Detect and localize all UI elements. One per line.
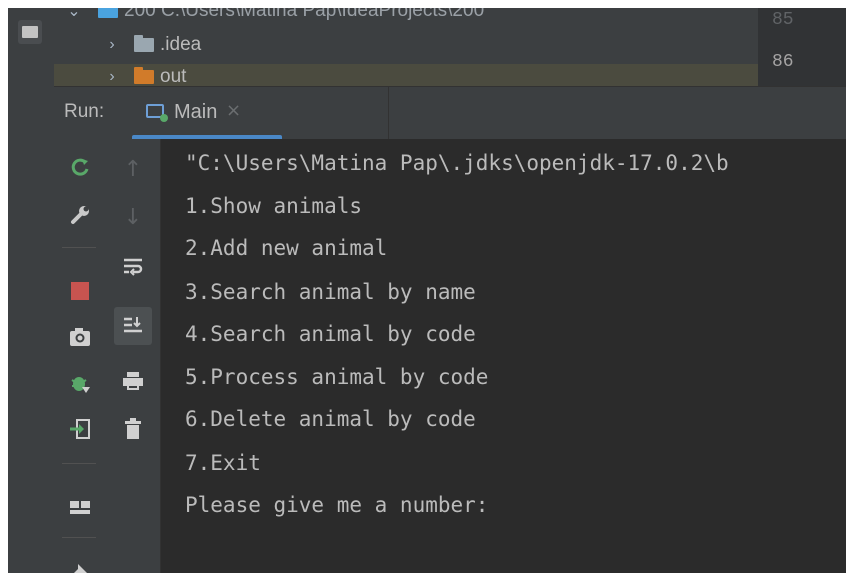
console-line: 7.Exit [185,451,261,475]
project-tree: ⌄ 200 C:\Users\Matina Pap\IdeaProjects\2… [54,8,800,90]
toolbar-separator [62,537,96,538]
toolbar-separator [62,463,96,464]
console-line: 1.Show animals [185,194,363,218]
rerun-icon[interactable] [54,147,106,187]
tree-item-label: out [160,66,187,87]
ide-window: ⌄ 200 C:\Users\Matina Pap\IdeaProjects\2… [8,8,846,573]
stop-icon[interactable] [54,271,106,311]
folder-icon [22,26,38,38]
bug-icon[interactable] [54,363,106,403]
folder-icon [134,35,154,52]
run-config-icon [146,104,168,122]
folder-icon [134,67,154,84]
tab-main-label: Main [174,101,218,123]
down-arrow-icon[interactable]: ↓ [106,197,160,237]
run-label: Run: [64,101,105,122]
console-line: 2.Add new animal [185,236,388,260]
console-line: Please give me a number: [185,493,489,517]
line-number: 85 [772,10,794,30]
trash-icon[interactable] [106,409,160,449]
editor-gutter: 85 86 [758,8,846,86]
tab-main[interactable]: Main × [120,87,290,139]
pin-icon[interactable] [54,553,106,573]
print-icon[interactable] [106,361,160,401]
module-folder-icon [98,8,118,18]
run-toolbar-secondary: ↑ ↓ [106,139,161,573]
console-output[interactable]: "C:\Users\Matina Pap\.jdks\openjdk-17.0.… [161,139,846,573]
project-tool-button[interactable] [18,20,42,44]
chevron-right-icon[interactable]: › [102,68,122,86]
layout-icon[interactable] [54,489,106,529]
console-line: 4.Search animal by code [185,322,476,346]
tree-row-idea[interactable]: › .idea [54,32,758,58]
console-line: 3.Search animal by name [185,280,476,304]
camera-icon[interactable] [54,317,106,357]
scroll-to-end-icon[interactable] [114,307,152,345]
tree-item-label: .idea [160,34,202,55]
tree-root-label: 200 C:\Users\Matina Pap\IdeaProjects\200 [124,8,485,21]
soft-wrap-icon[interactable] [106,247,160,287]
left-tool-strip [8,8,55,573]
header-divider [388,87,389,139]
line-number: 86 [772,52,794,72]
up-arrow-icon[interactable]: ↑ [106,149,160,189]
login-icon[interactable] [54,409,106,449]
run-toolbar-primary [54,139,107,573]
toolbar-separator [62,247,96,248]
tree-row-root[interactable]: ⌄ 200 C:\Users\Matina Pap\IdeaProjects\2… [54,8,758,24]
chevron-right-icon[interactable]: › [102,36,122,54]
close-icon[interactable]: × [226,100,241,121]
run-panel-header: Run: Main × [54,86,846,140]
console-line: 6.Delete animal by code [185,407,476,431]
wrench-icon[interactable] [54,195,106,235]
console-line: "C:\Users\Matina Pap\.jdks\openjdk-17.0.… [185,151,729,175]
console-line: 5.Process animal by code [185,365,489,389]
chevron-down-icon[interactable]: ⌄ [64,8,84,21]
